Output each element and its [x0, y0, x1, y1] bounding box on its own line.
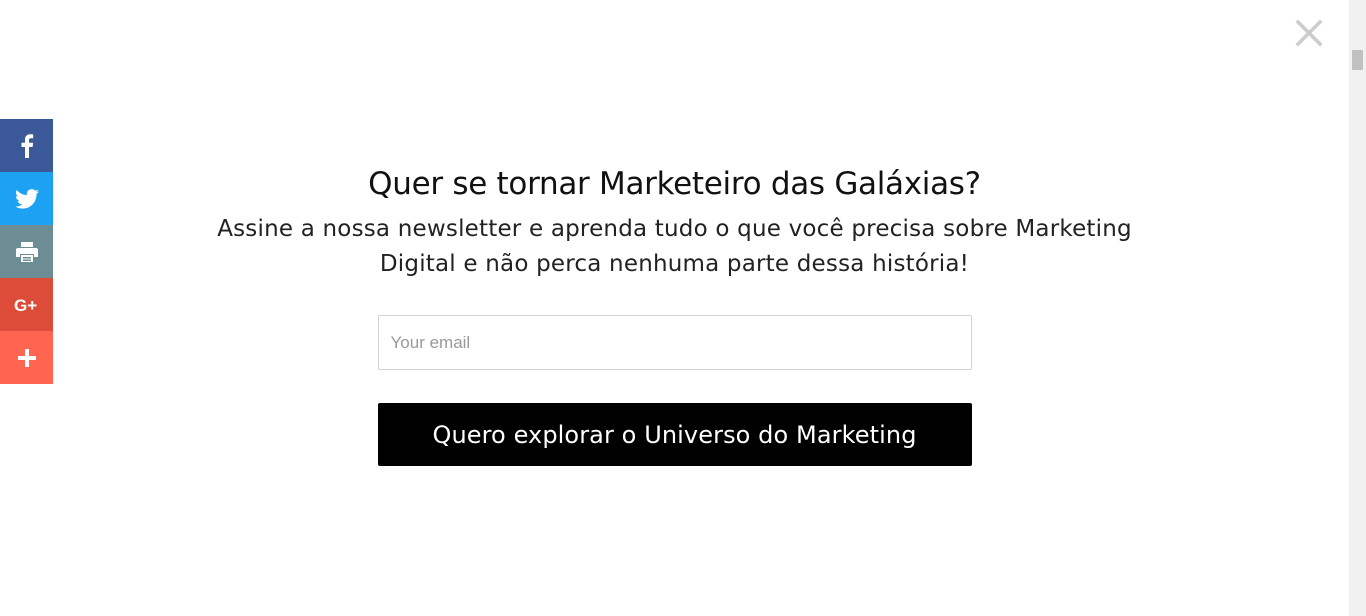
- newsletter-popup: Quer se tornar Marketeiro das Galáxias? …: [0, 160, 1349, 466]
- close-icon: [1295, 19, 1323, 47]
- scrollbar[interactable]: [1349, 0, 1366, 616]
- scrollbar-thumb[interactable]: [1352, 50, 1363, 70]
- email-field[interactable]: [377, 315, 972, 370]
- page: G+ Quer se tornar Marketeiro das Galáxia…: [0, 0, 1366, 616]
- submit-button[interactable]: Quero explorar o Universo do Marketing: [377, 403, 972, 466]
- close-button[interactable]: [1292, 16, 1326, 50]
- popup-subtitle: Assine a nossa newsletter e aprenda tudo…: [217, 216, 1132, 277]
- facebook-icon: [21, 133, 33, 158]
- popup-title: Quer se tornar Marketeiro das Galáxias?: [368, 166, 981, 202]
